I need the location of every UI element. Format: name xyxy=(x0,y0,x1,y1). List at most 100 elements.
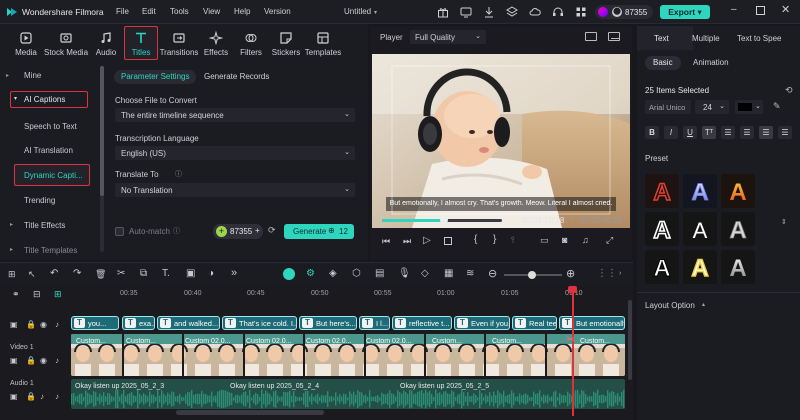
font-size-select[interactable]: 24 ⌄ xyxy=(695,100,729,114)
eye-icon[interactable]: ◉ xyxy=(40,356,47,365)
caption-clip[interactable]: TReal tee... xyxy=(512,316,557,330)
volume-icon[interactable]: ♫ xyxy=(582,235,589,245)
add-credits-icon[interactable]: + xyxy=(255,226,260,235)
grid-apps-icon[interactable] xyxy=(575,6,587,18)
film-icon[interactable]: ▦ xyxy=(444,268,453,279)
camera-icon[interactable]: ◙ xyxy=(562,235,567,245)
lock-icon[interactable]: 🔒 xyxy=(26,320,36,329)
playhead-head[interactable] xyxy=(568,286,577,293)
zoom-in-icon[interactable]: ⊕ xyxy=(566,267,575,280)
layers-icon[interactable] xyxy=(506,6,518,18)
mute-icon[interactable]: ♪ xyxy=(55,320,59,329)
tab-transitions[interactable]: Transitions xyxy=(158,27,200,61)
nav-speech-to-text[interactable]: Speech to Text xyxy=(24,122,77,131)
text-case-icon[interactable]: Tᵀ xyxy=(702,126,716,139)
caption-clip[interactable]: Texa... xyxy=(122,316,155,330)
previous-frame-icon[interactable]: ⏮ xyxy=(382,236,390,247)
nav-dynamic-captions[interactable]: Dynamic Capti... xyxy=(14,164,90,186)
chevron-down-icon[interactable]: ▾ xyxy=(374,9,377,16)
marker-icon[interactable]: ◈ xyxy=(329,268,337,279)
caption-clip[interactable]: TBut emotionally... xyxy=(559,316,625,330)
auto-match-checkbox[interactable] xyxy=(115,227,124,236)
shield-icon[interactable]: ⬡ xyxy=(352,268,361,279)
preset-bold-outline[interactable]: A xyxy=(645,250,679,284)
tab-multiple[interactable]: Multiple xyxy=(692,34,720,43)
volume-icon[interactable]: ♪ xyxy=(40,392,44,401)
stop-icon[interactable] xyxy=(444,237,452,245)
menu-tools[interactable]: Tools xyxy=(170,7,189,16)
lock-icon[interactable]: 🔒 xyxy=(26,356,36,365)
zoom-out-icon[interactable]: ⊖ xyxy=(488,267,497,280)
preset-striped[interactable]: A xyxy=(721,212,755,246)
undo-icon[interactable]: ↶ xyxy=(50,268,58,279)
quality-select[interactable]: Full Quality ⌄ xyxy=(410,30,486,44)
time-ruler[interactable]: 00:35 00:40 00:45 00:50 00:55 01:00 01:0… xyxy=(70,286,633,298)
subtab-animation[interactable]: Animation xyxy=(693,58,729,67)
split-icon[interactable]: ⫯ xyxy=(511,235,515,246)
preset-scroll-arrows[interactable]: ⇕ xyxy=(781,218,787,226)
mark-out-icon[interactable]: } xyxy=(493,234,496,245)
caption-clip[interactable]: Treflective t... xyxy=(392,316,452,330)
mute-icon[interactable]: ♪ xyxy=(55,356,59,365)
tab-titles[interactable]: Titles xyxy=(124,26,158,60)
display-settings-icon[interactable] xyxy=(608,32,620,41)
tab-media[interactable]: Media xyxy=(6,27,46,61)
scissors-icon[interactable]: ✂ xyxy=(566,333,575,346)
caption-clip[interactable]: T But here's... xyxy=(299,316,357,330)
zoom-slider[interactable] xyxy=(504,271,562,279)
layout-grid-icon[interactable]: ⊞ xyxy=(8,269,16,280)
choose-file-select[interactable]: The entire timeline sequence ⌄ xyxy=(115,108,355,122)
align-right-icon[interactable]: ☰ xyxy=(778,126,792,139)
zoom-slider-handle[interactable] xyxy=(528,271,536,279)
more-tools-icon[interactable]: » xyxy=(231,267,237,279)
subtitle-overlay[interactable]: But emotionally, I almost cry. That's gr… xyxy=(388,200,614,207)
menu-view[interactable]: View xyxy=(203,7,220,16)
preset-blue-gradient[interactable]: A xyxy=(683,174,717,208)
snap-icon[interactable]: ⚙ xyxy=(306,268,315,279)
menu-file[interactable]: File xyxy=(116,7,129,16)
nav-scrollbar[interactable] xyxy=(100,66,104,252)
underline-icon[interactable]: U xyxy=(683,126,697,139)
keyframe-icon[interactable]: ◇ xyxy=(421,268,429,279)
chevron-right-icon[interactable]: ▸ xyxy=(6,72,9,79)
info-icon[interactable]: ⓘ xyxy=(175,169,182,179)
tab-filters[interactable]: Filters xyxy=(231,27,271,61)
tab-generate-records[interactable]: Generate Records xyxy=(204,72,269,81)
microphone-icon[interactable]: 🎙 xyxy=(398,268,411,279)
delete-icon[interactable]: 🗑 xyxy=(95,269,106,280)
tab-parameter-settings[interactable]: Parameter Settings xyxy=(114,70,197,84)
snapshot-view-icon[interactable] xyxy=(585,32,597,41)
mute-icon[interactable]: ♪ xyxy=(55,392,59,401)
tab-stock-media[interactable]: Stock Media xyxy=(44,27,88,61)
menu-version[interactable]: Version xyxy=(264,7,291,16)
link-icon[interactable]: ⚭ xyxy=(12,289,20,300)
eye-icon[interactable]: ◉ xyxy=(40,320,47,329)
bold-icon[interactable]: B xyxy=(645,126,659,139)
playback-progress[interactable] xyxy=(382,216,502,224)
preset-fire-gradient[interactable]: A xyxy=(721,174,755,208)
preset-white-plain[interactable]: A xyxy=(683,212,717,246)
step-forward-icon[interactable]: ⏭ xyxy=(403,236,411,247)
font-family-select[interactable]: Arial Unico xyxy=(645,100,691,114)
menu-help[interactable]: Help xyxy=(234,7,250,16)
font-color-picker[interactable]: ⌄ xyxy=(735,100,763,114)
mark-in-icon[interactable]: { xyxy=(474,234,477,245)
headset-icon[interactable] xyxy=(552,6,564,18)
tab-stickers[interactable]: Stickers xyxy=(266,27,306,61)
align-left-icon[interactable]: ☰ xyxy=(721,126,735,139)
chevron-right-icon[interactable]: ▸ xyxy=(10,221,13,228)
minimize-icon[interactable]: – xyxy=(731,4,737,15)
download-icon[interactable] xyxy=(483,6,495,18)
nav-ai-translation[interactable]: AI Translation xyxy=(24,146,73,155)
help-icon[interactable]: ⓘ xyxy=(173,226,180,236)
image-icon[interactable]: ▣ xyxy=(186,268,195,279)
align-justify-icon[interactable]: ☰ xyxy=(759,126,773,139)
nav-ai-captions[interactable]: ▾ AI Captions xyxy=(10,91,88,108)
nav-mine[interactable]: Mine xyxy=(24,71,41,80)
crop-icon[interactable]: ⧉ xyxy=(140,268,147,279)
nav-title-templates[interactable]: Title Templates xyxy=(24,246,77,255)
preset-yellow-outline[interactable]: A xyxy=(683,250,717,284)
translate-to-select[interactable]: No Translation ⌄ xyxy=(115,183,355,197)
nav-trending[interactable]: Trending xyxy=(24,196,55,205)
caption-clip[interactable]: T That's ice cold. I... xyxy=(222,316,297,330)
